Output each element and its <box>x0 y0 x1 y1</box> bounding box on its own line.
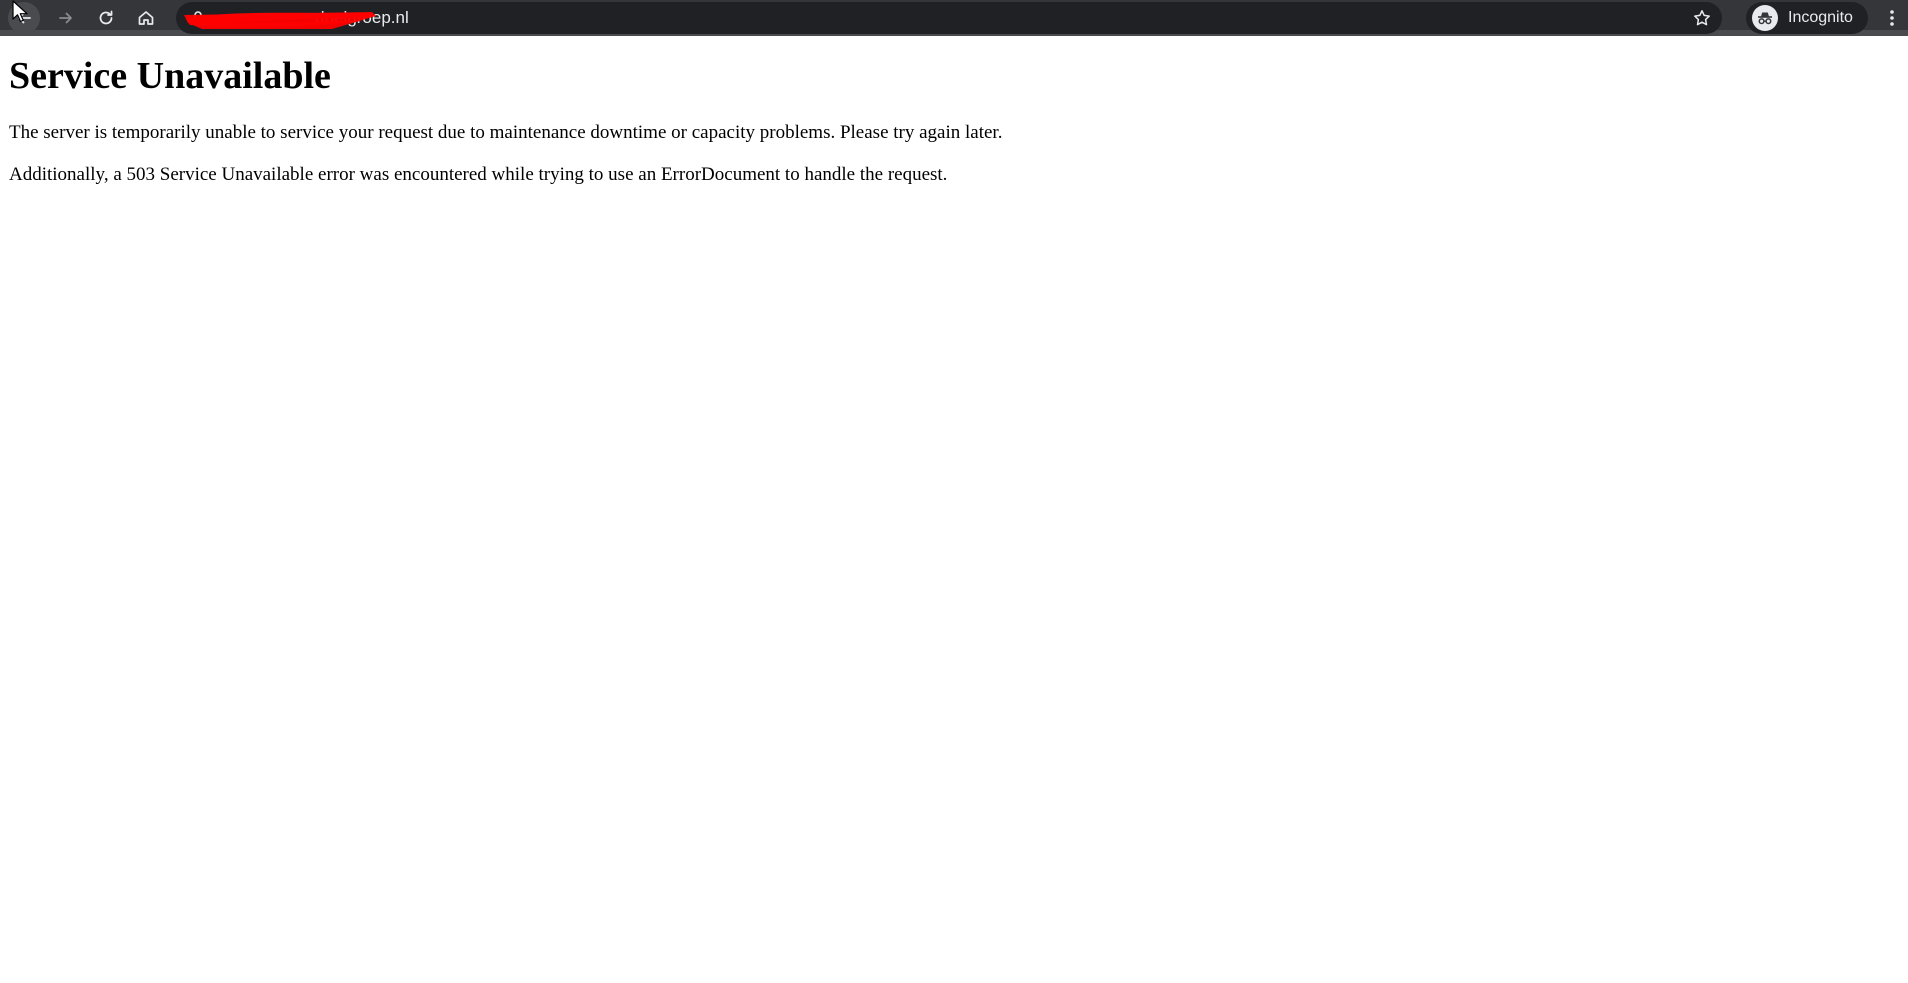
error-document-message: Additionally, a 503 Service Unavailable … <box>9 164 948 185</box>
home-button[interactable] <box>130 2 162 34</box>
address-bar[interactable]: •••••••••••••••••doelgroep.nl <box>176 2 1722 34</box>
redaction-scribble <box>184 12 376 29</box>
incognito-profile-button[interactable]: Incognito <box>1746 2 1868 34</box>
incognito-icon <box>1752 5 1778 31</box>
back-button[interactable] <box>8 2 40 34</box>
star-icon[interactable] <box>1692 8 1712 28</box>
error-message: The server is temporarily unable to serv… <box>9 122 1003 143</box>
forward-button[interactable] <box>50 2 82 34</box>
page-content: Service Unavailable The server is tempor… <box>9 42 1889 186</box>
reload-icon <box>99 10 113 25</box>
browser-toolbar: •••••••••••••••••doelgroep.nl Incognito <box>0 0 1908 36</box>
browser-menu-button[interactable] <box>1880 2 1904 34</box>
profile-label: Incognito <box>1788 9 1853 26</box>
arrow-right-icon <box>59 12 72 24</box>
reload-button[interactable] <box>90 2 122 34</box>
page-title: Service Unavailable <box>9 55 331 97</box>
arrow-left-icon <box>18 12 31 24</box>
kebab-menu-icon <box>1890 10 1894 26</box>
home-icon <box>138 11 154 25</box>
